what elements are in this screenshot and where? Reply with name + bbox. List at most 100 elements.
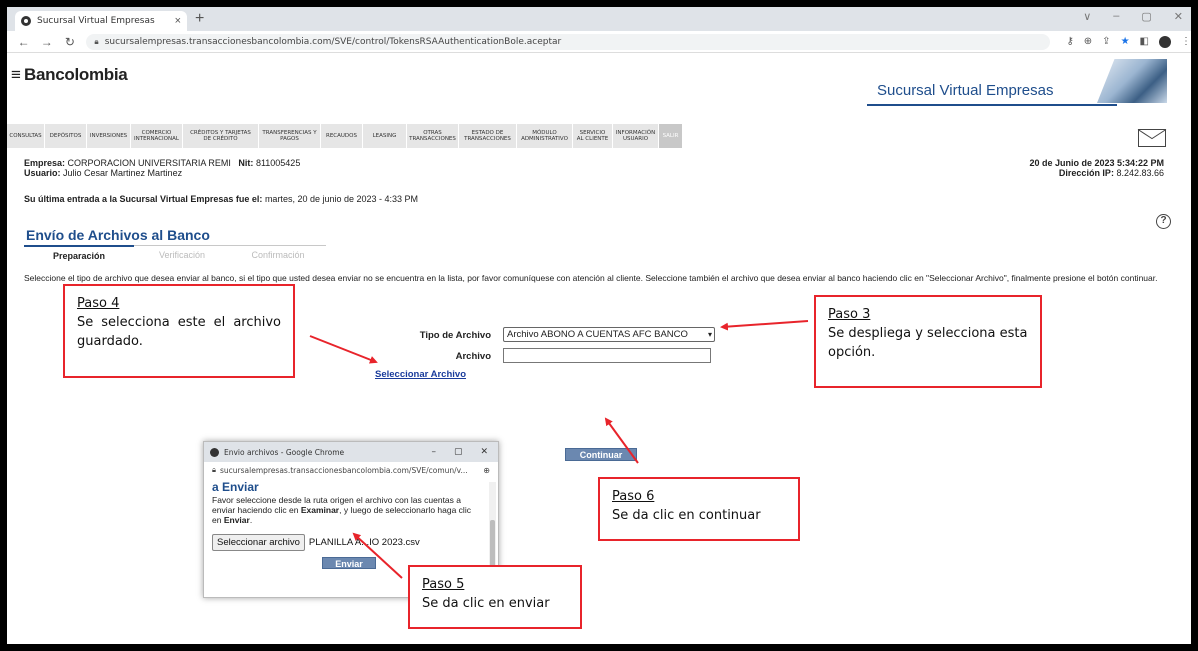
annotation-paso-6: Paso 6 Se da clic en continuar	[598, 477, 800, 541]
tab-search-icon[interactable]: ∨	[1083, 10, 1091, 23]
nit-label: Nit:	[238, 158, 254, 168]
annotation-paso-4-text: Se selecciona este el archivo guardado.	[77, 315, 281, 349]
annotation-paso-5-title: Paso 5	[422, 577, 465, 592]
selected-file-name: PLANILLA A...IO 2023.csv	[308, 537, 420, 548]
popup-text-3: .	[249, 515, 253, 525]
step-preparacion: Preparación	[24, 245, 134, 261]
mail-icon[interactable]	[1138, 129, 1166, 147]
back-icon[interactable]: ←	[17, 35, 30, 49]
key-icon[interactable]: ⚷	[1066, 36, 1073, 47]
annotation-paso-3-title: Paso 3	[828, 307, 871, 322]
popup-window-title: Envio archivos - Google Chrome	[224, 447, 345, 457]
banner-title: Sucursal Virtual Empresas	[877, 82, 1054, 99]
menu-consultas[interactable]: CONSULTAS	[7, 124, 45, 148]
menu-comercio-internacional[interactable]: COMERCIO INTERNACIONAL	[131, 124, 183, 148]
session-datetime: 20 de Junio de 2023 5:34:22 PM Dirección…	[1029, 158, 1164, 178]
page-title: Envío de Archivos al Banco	[26, 227, 210, 243]
popup-maximize-button[interactable]: ▢	[454, 447, 463, 457]
forward-icon[interactable]: →	[40, 35, 53, 49]
new-tab-button[interactable]: +	[195, 11, 204, 27]
ip-value: 8.242.83.66	[1116, 168, 1164, 178]
datetime-value: 20 de Junio de 2023 5:34:22 PM	[1029, 158, 1164, 168]
reload-icon[interactable]: ↻	[63, 35, 76, 49]
popup-zoom-icon[interactable]: ⊕	[483, 466, 490, 475]
header-divider	[867, 104, 1117, 106]
annotation-paso-6-text: Se da clic en continuar	[612, 508, 761, 523]
profile-avatar[interactable]	[1158, 35, 1171, 48]
zoom-icon[interactable]: ⊕	[1084, 36, 1092, 47]
menu-inversiones[interactable]: INVERSIONES	[87, 124, 131, 148]
favicon-icon	[21, 16, 31, 26]
instructions-text: Seleccione el tipo de archivo que desea …	[24, 273, 1158, 283]
chevron-down-icon: ▾	[707, 330, 712, 339]
popup-close-button[interactable]: ✕	[480, 447, 488, 457]
logo-bars-icon: ≡	[11, 65, 21, 84]
usuario-value: Julio Cesar Martinez Martinez	[63, 168, 183, 178]
window-controls: ∨ – ▢ ✕	[1083, 10, 1183, 23]
bookmark-star-icon[interactable]: ★	[1121, 36, 1130, 47]
file-chooser: Seleccionar archivo PLANILLA A...IO 2023…	[212, 534, 482, 551]
annotation-paso-5: Paso 5 Se da clic en enviar	[408, 565, 582, 629]
popup-titlebar: Envio archivos - Google Chrome – ▢ ✕	[204, 442, 498, 462]
step-verificacion: Verificación	[134, 245, 230, 261]
annotation-paso-4: Paso 4 Se selecciona este el archivo gua…	[63, 284, 295, 378]
archivo-field[interactable]	[503, 348, 711, 363]
popup-text-bold-1: Examinar	[300, 505, 340, 515]
chrome-favicon-icon	[210, 447, 219, 457]
menu-otras-transacciones[interactable]: OTRAS TRANSACCIONES	[407, 124, 459, 148]
menu-creditos-tarjetas[interactable]: CRÉDITOS Y TARJETAS DE CRÉDITO	[183, 124, 259, 148]
seleccionar-archivo-link[interactable]: Seleccionar Archivo	[375, 369, 466, 380]
popup-instructions: Favor seleccione desde la ruta origen el…	[212, 495, 482, 525]
close-window-button[interactable]: ✕	[1174, 10, 1183, 23]
menu-kebab-icon[interactable]: ⋮	[1181, 36, 1191, 47]
lock-icon: 🔒︎	[94, 36, 99, 46]
menu-estado-transacciones[interactable]: ESTADO DE TRANSACCIONES	[459, 124, 517, 148]
tipo-archivo-select[interactable]: Archivo ABONO A CUENTAS AFC BANCO ▾	[503, 327, 715, 342]
annotation-paso-6-title: Paso 6	[612, 489, 655, 504]
maximize-button[interactable]: ▢	[1141, 10, 1151, 23]
annotation-paso-3: Paso 3 Se despliega y selecciona esta op…	[814, 295, 1042, 388]
session-info: Empresa: CORPORACION UNIVERSITARIA REMI …	[24, 158, 300, 178]
tipo-archivo-value: Archivo ABONO A CUENTAS AFC BANCO	[507, 329, 688, 340]
continuar-button[interactable]: Continuar	[565, 448, 637, 461]
logo-text: Bancolombia	[24, 65, 128, 84]
close-tab-icon[interactable]: ×	[175, 15, 181, 27]
sidepanel-icon[interactable]: ◧	[1140, 36, 1149, 47]
menu-salir[interactable]: SALIR	[659, 124, 683, 148]
wizard-steps: Preparación Verificación Confirmación	[24, 245, 326, 261]
ip-label: Dirección IP:	[1058, 168, 1114, 178]
menu-transferencias-pagos[interactable]: TRANSFERENCIAS Y PAGOS	[259, 124, 321, 148]
popup-minimize-button[interactable]: –	[431, 447, 436, 457]
address-bar: ← → ↻ 🔒︎ sucursalempresas.transaccionesb…	[7, 31, 1191, 53]
annotation-paso-4-title: Paso 4	[77, 296, 120, 311]
share-icon[interactable]: ⇪	[1102, 36, 1110, 47]
seleccionar-archivo-button[interactable]: Seleccionar archivo	[212, 534, 305, 551]
minimize-button[interactable]: –	[1113, 10, 1119, 23]
help-icon[interactable]: ?	[1156, 214, 1171, 229]
menu-leasing[interactable]: LEASING	[363, 124, 407, 148]
popup-body: a Enviar Favor seleccione desde la ruta …	[212, 480, 482, 569]
step-confirmacion: Confirmación	[230, 245, 326, 261]
archivo-label: Archivo	[455, 351, 491, 362]
tab-title: Sucursal Virtual Empresas	[37, 16, 155, 26]
url-field[interactable]: 🔒︎ sucursalempresas.transaccionesbancolo…	[86, 33, 1051, 50]
menu-informacion-usuario[interactable]: INFORMACIÓN USUARIO	[613, 124, 659, 148]
enviar-button[interactable]: Enviar	[322, 557, 376, 569]
popup-lock-icon: 🔒︎	[212, 465, 216, 474]
last-login-label: Su última entrada a la Sucursal Virtual …	[24, 194, 263, 204]
last-login: Su última entrada a la Sucursal Virtual …	[24, 194, 418, 204]
empresa-label: Empresa:	[24, 158, 66, 168]
popup-window-controls: – ▢ ✕	[431, 447, 488, 457]
annotation-paso-3-text: Se despliega y selecciona esta opción.	[828, 326, 1028, 360]
bancolombia-logo: ≡ Bancolombia	[11, 65, 128, 85]
menu-recaudos[interactable]: RECAUDOS	[321, 124, 363, 148]
nit-value: 811005425	[255, 158, 301, 168]
url-text: sucursalempresas.transaccionesbancolombi…	[104, 36, 562, 47]
popup-url-bar: 🔒︎ sucursalempresas.transaccionesbancolo…	[204, 462, 498, 478]
menu-servicio-cliente[interactable]: SERVICIO AL CLIENTE	[573, 124, 613, 148]
annotation-paso-5-text: Se da clic en enviar	[422, 596, 550, 611]
menu-modulo-administrativo[interactable]: MÓDULO ADMINISTRATIVO	[517, 124, 573, 148]
menu-depositos[interactable]: DEPÓSITOS	[45, 124, 87, 148]
browser-toolbar-icons: ⚷ ⊕ ⇪ ★ ◧ ⋮	[1066, 35, 1191, 48]
browser-tab[interactable]: Sucursal Virtual Empresas ×	[15, 11, 187, 31]
